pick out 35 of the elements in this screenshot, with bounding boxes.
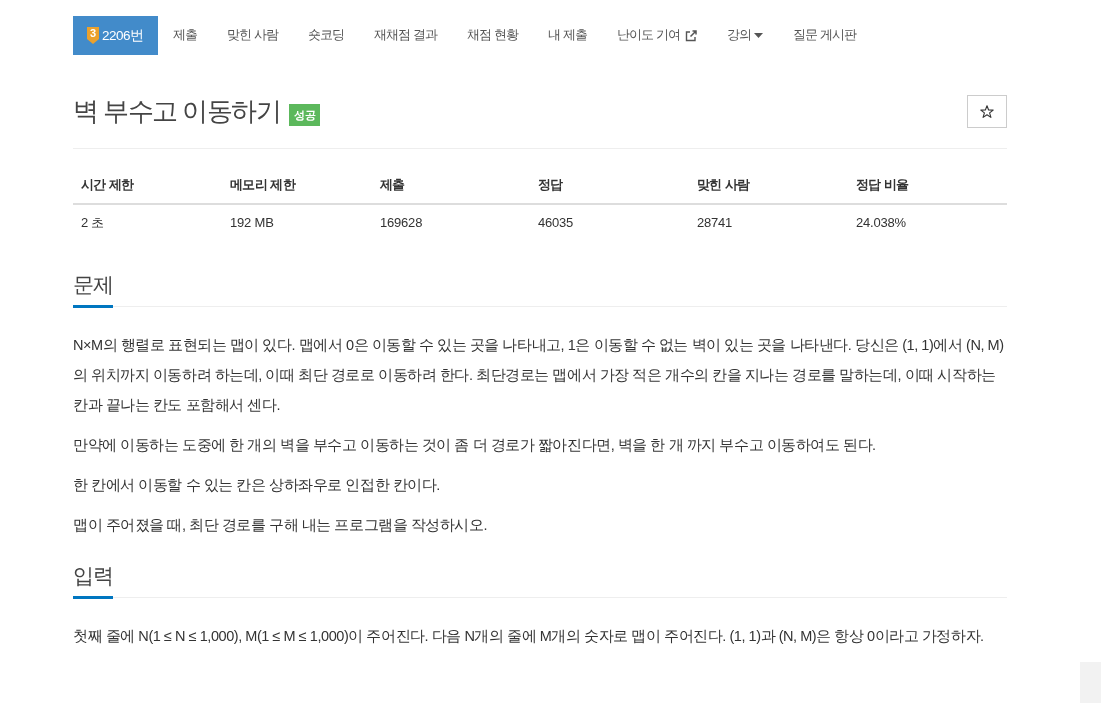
nav-tab[interactable]: 숏코딩 [292,16,360,55]
external-link-icon [685,29,698,42]
problem-number-tab[interactable]: 3 2206번 [73,16,158,55]
table-header-cell: 정답 비율 [848,167,1007,205]
nav-tab[interactable]: 재채점 결과 [359,16,453,55]
problem-title: 벽 부수고 이동하기 [73,95,281,128]
table-header-cell: 제출 [372,167,530,205]
table-cell-text: 192 MB [229,214,275,232]
section-heading: 입력 [73,560,113,599]
paragraph: 만약에 이동하는 도중에 한 개의 벽을 부수고 이동하는 것이 좀 더 경로가 짧아진다면, 벽을 한 개 까지 부수고 이동하여도 된다. [73,436,877,455]
table-header-cell: 메모리 제한 [222,167,372,205]
section-heading: 문제 [73,269,113,308]
table-header-cell: 정답 [530,167,689,205]
table-header-cell: 시간 제한 [73,167,222,205]
nav-tab[interactable]: 내 제출 [533,16,602,55]
nav-tab[interactable]: 제출 [157,16,212,55]
nav-dropdown[interactable]: 강의 [712,16,779,55]
nav-tab[interactable]: 난이도 기여 [602,16,713,55]
table-cell-text: 2 초 [80,214,106,232]
table-cell-text: 169628 [379,214,424,232]
table-cell-text: 46035 [537,214,575,232]
result-label: 성공 [289,103,321,126]
nav-tab[interactable]: 질문 게시판 [778,16,872,55]
tier-badge: 3 [87,27,99,44]
nav-tab[interactable]: 채점 현황 [452,16,534,55]
paragraph: 한 칸에서 이동할 수 있는 칸은 상하좌우로 인접한 칸이다. [73,476,441,495]
table-header-cell: 맞힌 사람 [689,167,848,205]
paragraph: N×M의 행렬로 표현되는 맵이 있다. 맵에서 0은 이동할 수 있는 곳을 나타내고, 1은 이동할 수 없는 벽이 있는 곳을 나타낸다. 당신은 (1, 1)에서 (N, M)의 위치까지 이동하려 하는데, 이때 최단 경로로 이동하려 한다. 최단경로는 맵에서 가장 적은 개수의 칸을 지나는 경로를 말하는데, 이때 시작하는 칸과 끝나는 칸도 포함해서 센다. [73,336,1005,415]
table-cell-text: 24.038% [855,214,907,232]
paragraph: 맵이 주어졌을 때, 최단 경로를 구해 내는 프로그램을 작성하시오. [73,516,489,535]
favorite-button[interactable] [967,95,1007,128]
caret-icon [754,33,764,38]
nav-tab[interactable]: 맞힌 사람 [211,16,293,55]
table-cell-text: 28741 [696,214,734,232]
paragraph: 첫째 줄에 N(1 ≤ N ≤ 1,000), M(1 ≤ M ≤ 1,000)이 주어진다. 다음 N개의 줄에 M개의 숫자로 맵이 주어진다. (1, 1)과 (N, M)은 항상 0이라고 가정하자. [73,627,985,646]
